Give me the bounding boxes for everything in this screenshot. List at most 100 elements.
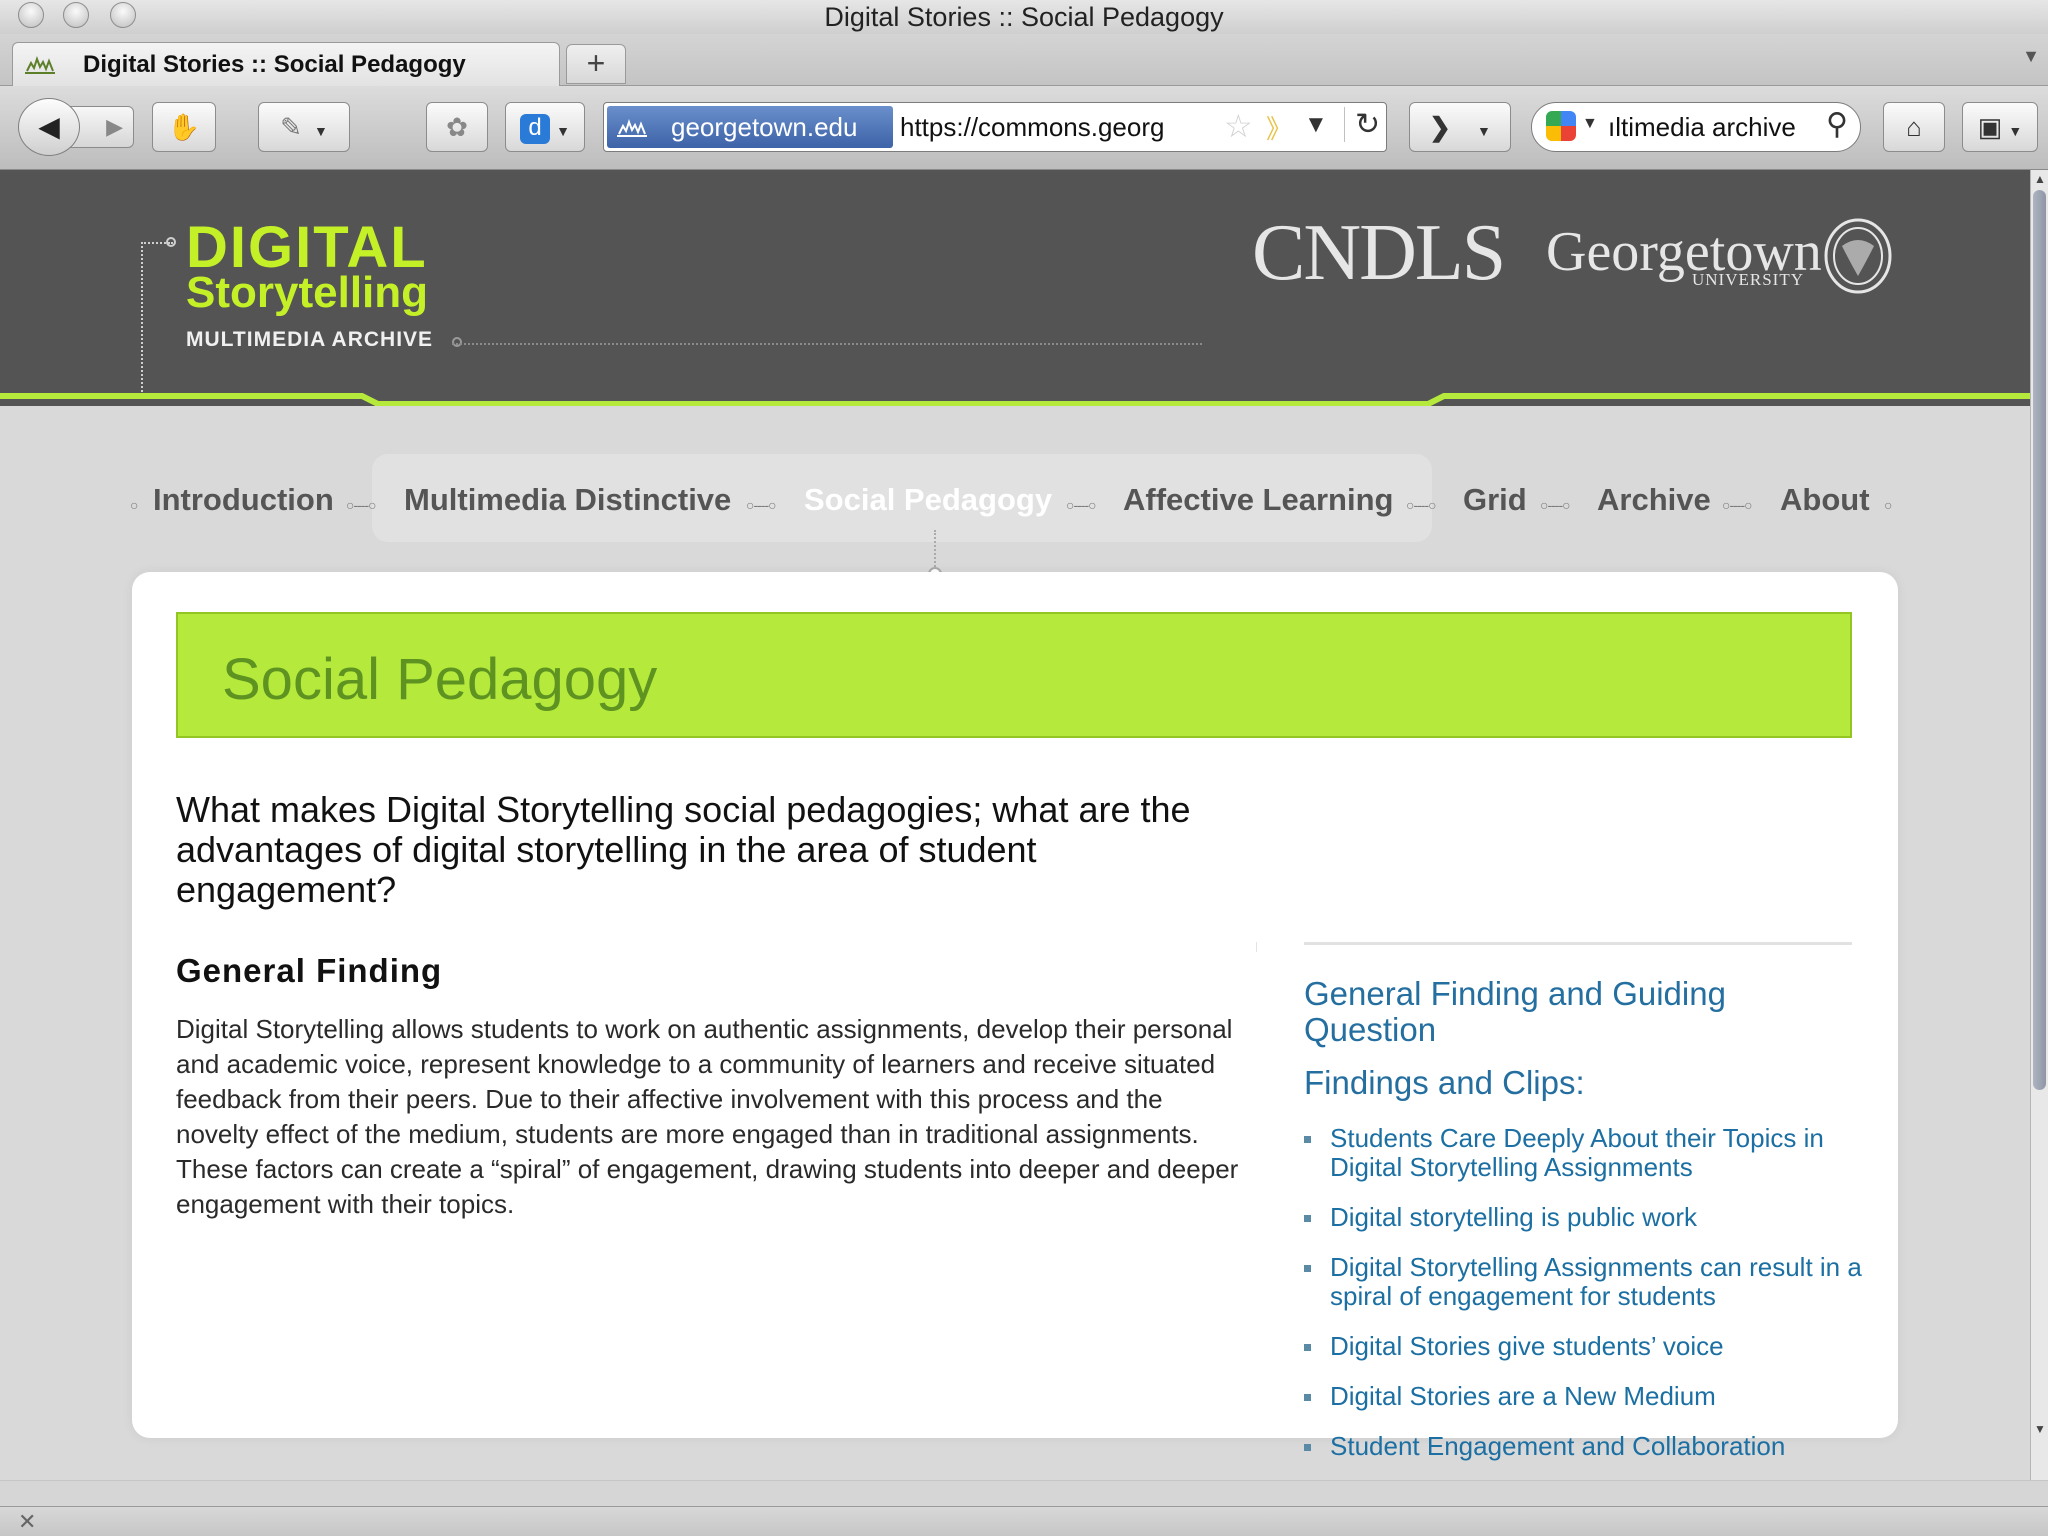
address-bar[interactable]: georgetown.edu https://commons.georg ☆ 》…: [603, 102, 1387, 152]
tab-list-chevron-icon[interactable]: ▼: [2022, 46, 2040, 67]
go-forward-split-button[interactable]: ❯ ▼: [1409, 102, 1511, 152]
page-title: Social Pedagogy: [222, 647, 658, 712]
search-input[interactable]: ıltimedia archive: [1608, 103, 1796, 151]
url-history-chevron-icon[interactable]: ▼: [1304, 111, 1328, 139]
site-header: DIGITAL Storytelling MULTIMEDIA ARCHIVE …: [0, 170, 2030, 406]
nav-archive[interactable]: Archive: [1597, 482, 1711, 518]
clip-link[interactable]: Digital Stories give students’ voice: [1304, 1332, 1864, 1361]
bookmark-star-icon[interactable]: ☆: [1224, 107, 1253, 145]
georgetown-seal-icon: [1824, 218, 1892, 294]
tab-active[interactable]: Digital Stories :: Social Pedagogy: [12, 42, 560, 87]
chevron-down-icon: ▼: [313, 123, 328, 139]
logo-trail-dot: [166, 237, 176, 247]
home-button[interactable]: ⌂: [1883, 102, 1945, 152]
elephant-icon: ✋: [167, 112, 201, 142]
rss-feed-icon[interactable]: 》: [1266, 109, 1292, 146]
general-finding-body: Digital Storytelling allows students to …: [176, 1014, 1239, 1219]
nav-social-pedagogy[interactable]: Social Pedagogy: [804, 482, 1052, 518]
scrollbar-thumb[interactable]: [2033, 190, 2046, 1090]
site-logo-tagline: MULTIMEDIA ARCHIVE: [186, 328, 434, 351]
delicious-icon: d: [520, 114, 551, 145]
bookmarks-menu-button[interactable]: ▣ ▼: [1962, 102, 2038, 152]
delicious-button[interactable]: d ▼: [505, 102, 585, 152]
clip-link-label[interactable]: Digital storytelling is public work: [1330, 1202, 1697, 1232]
extension-button[interactable]: ✎ ▼: [258, 102, 350, 152]
clip-link-label[interactable]: Student Engagement and Collaboration: [1330, 1431, 1785, 1461]
clip-link-label[interactable]: Students Care Deeply About their Topics …: [1330, 1123, 1824, 1182]
url-input[interactable]: https://commons.georg: [900, 103, 1164, 151]
logo-trail-line: [452, 343, 1202, 345]
clip-link[interactable]: Digital storytelling is public work: [1304, 1203, 1864, 1232]
tab-bar: Digital Stories :: Social Pedagogy + ▼: [0, 34, 2048, 87]
bullet-icon: [1304, 1444, 1311, 1451]
site-identity-button[interactable]: georgetown.edu: [607, 106, 893, 148]
horizontal-scroll-track: [0, 1480, 2048, 1506]
content-card: Social Pedagogy What makes Digital Story…: [132, 572, 1898, 1461]
scroll-up-arrow-icon[interactable]: ▲: [2034, 172, 2046, 186]
reload-icon[interactable]: ↻: [1344, 107, 1380, 142]
clip-link-label[interactable]: Digital Stories give students’ voice: [1330, 1331, 1724, 1361]
nav-connector: ○: [1884, 497, 1893, 513]
nav-multimedia-distinctive[interactable]: Multimedia Distinctive: [404, 482, 731, 518]
nav-introduction[interactable]: Introduction: [153, 482, 334, 518]
bullet-icon: [1304, 1265, 1311, 1272]
bullet-icon: [1304, 1136, 1311, 1143]
clip-link[interactable]: Student Engagement and Collaboration: [1304, 1432, 1864, 1461]
chevron-right-icon: ❯: [1429, 112, 1451, 142]
back-button[interactable]: ◀: [18, 98, 80, 156]
home-icon: ⌂: [1906, 112, 1922, 142]
nav-connector: ○----○: [746, 497, 777, 513]
nav-grid[interactable]: Grid: [1463, 482, 1527, 518]
site-favicon-icon: [25, 56, 55, 74]
column-divider: [1256, 942, 1257, 952]
google-icon[interactable]: [1546, 111, 1576, 141]
search-bar[interactable]: ▼ ıltimedia archive ⚲: [1531, 102, 1861, 152]
clip-link[interactable]: Students Care Deeply About their Topics …: [1304, 1124, 1864, 1182]
chevron-down-icon: ▼: [2008, 123, 2023, 139]
site-logo-subtitle[interactable]: Storytelling: [186, 268, 428, 318]
cndls-logo[interactable]: CNDLS: [1252, 208, 1506, 299]
logo-trail-line: [141, 242, 143, 392]
nav-about[interactable]: About: [1780, 482, 1870, 518]
clip-link[interactable]: Digital Storytelling Assignments can res…: [1304, 1253, 1864, 1311]
clip-link-label[interactable]: Digital Stories are a New Medium: [1330, 1381, 1716, 1411]
nav-connector: ○----○: [1540, 497, 1571, 513]
vertical-scrollbar[interactable]: ▲ ▼: [2030, 170, 2048, 1480]
new-tab-button[interactable]: +: [566, 44, 626, 84]
bullet-icon: [1304, 1344, 1311, 1351]
site-favicon-icon: [617, 119, 647, 137]
clip-link-label[interactable]: Digital Storytelling Assignments can res…: [1330, 1252, 1862, 1311]
flower-icon: ✿: [446, 112, 468, 142]
guiding-question: What makes Digital Storytelling social p…: [176, 789, 1191, 910]
clip-link[interactable]: Digital Stories are a New Medium: [1304, 1382, 1864, 1411]
window-title: Digital Stories :: Social Pedagogy: [824, 2, 1224, 32]
nav-affective-learning[interactable]: Affective Learning: [1123, 482, 1393, 518]
header-accent-line: [0, 393, 2030, 406]
sidebar-link-general-finding[interactable]: General Finding and Guiding Question: [1304, 976, 1804, 1048]
chevron-down-icon: ▼: [556, 123, 570, 139]
tab-label: Digital Stories :: Social Pedagogy: [83, 51, 466, 78]
window-titlebar: Digital Stories :: Social Pedagogy: [0, 0, 2048, 34]
search-engine-chevron-icon[interactable]: ▼: [1582, 115, 1598, 133]
logo-trail-dot: [452, 337, 462, 347]
nav-connector: ○----○: [1406, 497, 1437, 513]
navigation-toolbar: ▶ ◀ ✋ ✎ ▼ ✿ d ▼ georgetown.edu https://com…: [0, 86, 2048, 170]
general-finding-heading: General Finding: [176, 952, 443, 989]
sidebar-top-rule: [1304, 942, 1852, 945]
puzzle-icon: ✎: [280, 112, 302, 142]
bullet-icon: [1304, 1215, 1311, 1222]
georgetown-logo-sub: UNIVERSITY: [1692, 270, 1804, 289]
sidebar-findings-heading: Findings and Clips:: [1304, 1064, 1585, 1101]
close-icon[interactable]: ✕: [18, 1509, 36, 1535]
addon-button[interactable]: ✿: [426, 102, 488, 152]
nav-connector: ○----○: [1722, 497, 1753, 513]
findings-clips-list: Students Care Deeply About their Topics …: [1304, 1124, 1864, 1482]
nav-connector: ○----○: [1066, 497, 1097, 513]
back-forward-group: ▶ ◀: [18, 98, 136, 156]
scroll-down-arrow-icon[interactable]: ▼: [2034, 1422, 2046, 1436]
search-icon[interactable]: ⚲: [1826, 107, 1848, 142]
evernote-button[interactable]: ✋: [152, 102, 216, 152]
site-identity-label: georgetown.edu: [671, 112, 858, 142]
nav-connector: ○----○: [346, 497, 377, 513]
page-viewport: DIGITAL Storytelling MULTIMEDIA ARCHIVE …: [0, 170, 2030, 1480]
